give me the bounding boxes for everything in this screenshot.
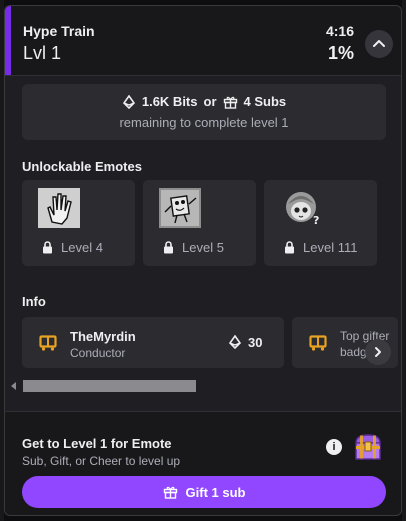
- level-goal-box: 1.6K Bits or 4 Subs remaining to complet…: [22, 84, 386, 140]
- scrollbar-thumb[interactable]: [23, 380, 196, 392]
- emote-level-text: Level 111: [303, 240, 358, 255]
- goal-remaining-text: remaining to complete level 1: [119, 115, 289, 130]
- conductor-role: Conductor: [70, 346, 126, 360]
- anime-girl-emote-icon: ?: [280, 188, 322, 228]
- goal-requirements: 1.6K Bits or 4 Subs: [22, 94, 386, 109]
- gift-sub-button[interactable]: Gift 1 sub: [22, 476, 386, 508]
- lock-icon: [164, 241, 173, 254]
- info-title: Info: [22, 294, 46, 309]
- emote-level-text: Level 5: [182, 240, 224, 255]
- gift-icon: [163, 486, 177, 499]
- train-icon: [309, 335, 327, 351]
- emote-level-text: Level 4: [61, 240, 103, 255]
- footer-title: Get to Level 1 for Emote: [22, 436, 172, 451]
- emote-level-label: Level 111: [284, 240, 357, 255]
- conductor-name: TheMyrdin: [70, 329, 136, 344]
- train-icon: [39, 335, 57, 351]
- waving-hand-emote-icon: [38, 188, 80, 228]
- collapse-button[interactable]: [365, 30, 393, 58]
- sponge-dance-emote-icon: [159, 188, 201, 228]
- lock-icon: [43, 241, 52, 254]
- emote-card-level-4[interactable]: Level 4: [22, 180, 135, 266]
- chevron-right-icon: [375, 347, 381, 357]
- hype-train-level: Lvl 1: [23, 43, 62, 63]
- goal-or: or: [203, 94, 217, 109]
- gift-sub-label: Gift 1 sub: [185, 484, 246, 500]
- time-remaining: 4:16: [325, 23, 354, 39]
- chevron-up-icon: [373, 40, 385, 47]
- gift-icon: [223, 96, 237, 109]
- treasure-chest-icon: [355, 434, 381, 460]
- unlockable-emotes-title: Unlockable Emotes: [22, 159, 142, 174]
- bits-amount: 1.6K Bits: [141, 94, 198, 109]
- header-accent-bar: [5, 6, 11, 75]
- emote-level-label: Level 4: [42, 240, 103, 255]
- lock-icon: [285, 241, 294, 254]
- scroll-left-arrow-icon[interactable]: [11, 382, 17, 390]
- svg-text:?: ?: [313, 214, 319, 227]
- emote-card-level-111[interactable]: ? Level 111: [264, 180, 377, 266]
- conductor-card[interactable]: TheMyrdin Conductor 30: [22, 317, 284, 368]
- hype-train-title: Hype Train: [23, 23, 95, 39]
- progress-percent: 1%: [327, 43, 354, 63]
- footer-subtitle: Sub, Gift, or Cheer to level up: [22, 454, 181, 468]
- hype-train-footer: Get to Level 1 for Emote Sub, Gift, or C…: [5, 411, 401, 515]
- bits-icon: [122, 94, 135, 109]
- background-right-edge: [402, 0, 406, 521]
- hype-train-header: Hype Train Lvl 1 4:16 1%: [5, 6, 401, 76]
- hype-train-panel: Hype Train Lvl 1 4:16 1% 1.6K Bits or 4 …: [4, 5, 402, 516]
- bits-icon: [228, 335, 242, 349]
- emote-level-label: Level 5: [163, 240, 224, 255]
- emote-card-level-5[interactable]: Level 5: [143, 180, 256, 266]
- conductor-bits: 30: [248, 335, 263, 350]
- info-icon[interactable]: i: [326, 439, 342, 455]
- subs-amount: 4 Subs: [243, 94, 287, 109]
- scroll-right-button[interactable]: [365, 339, 391, 365]
